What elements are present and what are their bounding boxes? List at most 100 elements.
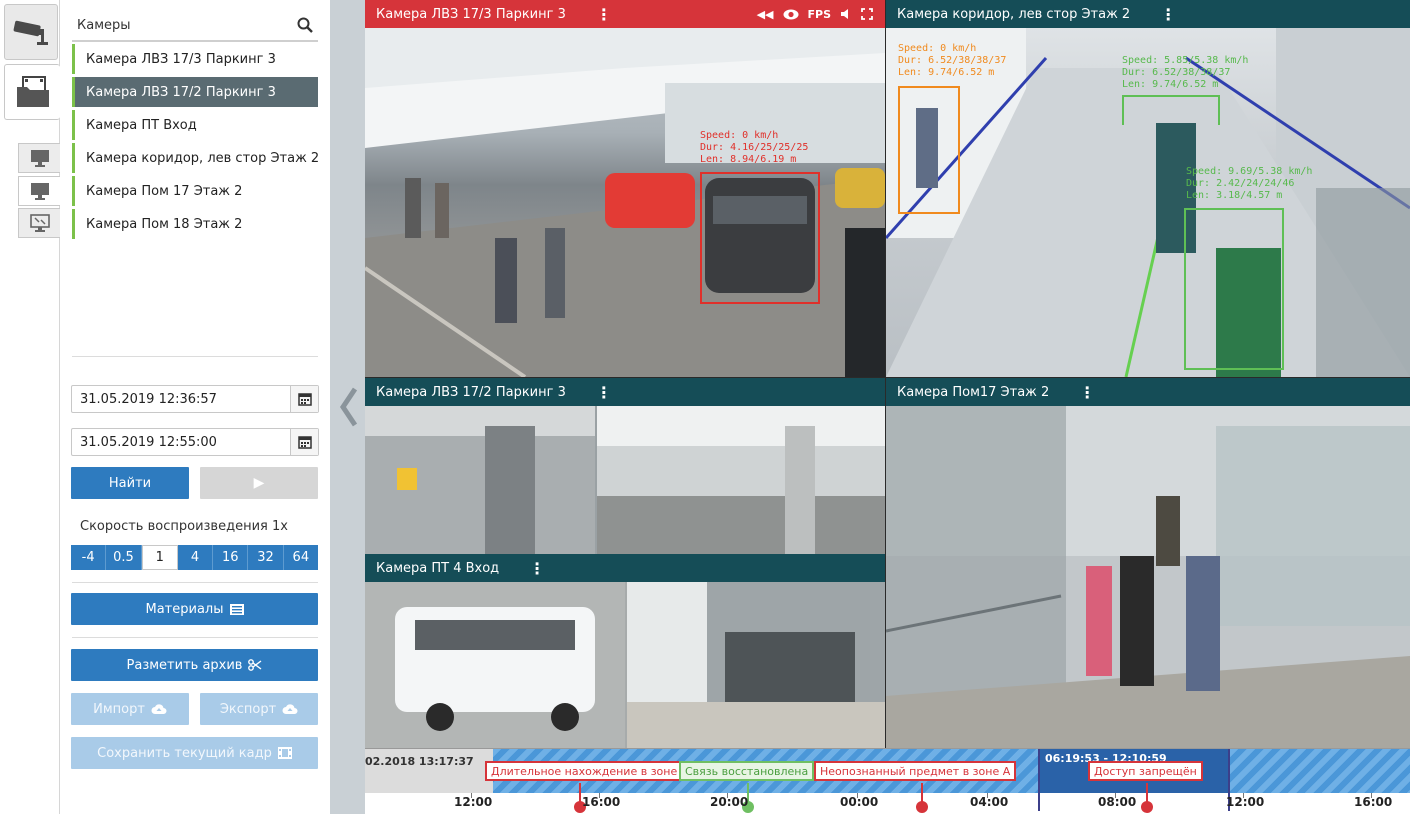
camera-list-item[interactable]: Камера ЛВЗ 17/3 Паркинг 3 bbox=[72, 44, 318, 74]
overlay-speed: Speed: 0 km/h bbox=[700, 130, 779, 141]
save-frame-button[interactable]: Сохранить текущий кадр bbox=[71, 737, 318, 769]
event-unknown-object[interactable]: Неопознанный предмет в зоне А bbox=[814, 761, 1017, 781]
video-frame bbox=[365, 406, 885, 554]
tile-title: Камера коридор, лев стор Этаж 2 bbox=[897, 6, 1131, 22]
cloud-upload-icon bbox=[282, 703, 298, 714]
camera-list-title: Камеры bbox=[77, 17, 131, 33]
camera-list: Камера ЛВЗ 17/3 Паркинг 3 Камера ЛВЗ 17/… bbox=[72, 44, 318, 242]
calendar-icon[interactable] bbox=[290, 386, 318, 412]
speed-option[interactable]: 16 bbox=[213, 545, 249, 570]
more-menu-icon[interactable]: ⋮ bbox=[596, 383, 612, 402]
selection-start-marker[interactable] bbox=[1038, 749, 1040, 811]
cctv-camera-icon bbox=[13, 20, 48, 45]
divider bbox=[72, 356, 318, 357]
layout-fullscreen-button[interactable] bbox=[18, 208, 60, 238]
date-to-field[interactable]: 31.05.2019 12:55:00 bbox=[71, 428, 319, 456]
room-scene bbox=[886, 406, 1410, 748]
more-menu-icon[interactable]: ⋮ bbox=[596, 5, 612, 24]
camera-list-item-selected[interactable]: Камера ЛВЗ 17/2 Паркинг 3 bbox=[72, 77, 318, 107]
materials-button[interactable]: Материалы bbox=[71, 593, 318, 625]
video-tile-parking-17-3[interactable]: Камера ЛВЗ 17/3 Паркинг 3 ⋮ ◀◀ FPS Speed… bbox=[365, 0, 885, 377]
camera-list-item[interactable]: Камера Пом 18 Этаж 2 bbox=[72, 209, 318, 239]
play-icon: ▶ bbox=[253, 475, 265, 491]
event-long-stay[interactable]: Длительное нахождение в зоне bbox=[485, 761, 684, 781]
video-tile-pt4-entrance[interactable]: Камера ПТ 4 Вход ⋮ bbox=[365, 554, 885, 748]
tick-label: 04:00 bbox=[970, 795, 1009, 809]
tick-label: 00:00 bbox=[840, 795, 879, 809]
calendar-icon[interactable] bbox=[290, 429, 318, 455]
speed-option[interactable]: 64 bbox=[283, 545, 318, 570]
layout-grid-button[interactable] bbox=[18, 176, 60, 206]
fps-toggle[interactable]: FPS bbox=[808, 8, 832, 21]
event-marker[interactable] bbox=[1141, 783, 1153, 813]
video-grid: Камера ЛВЗ 17/3 Паркинг 3 ⋮ ◀◀ FPS Speed… bbox=[365, 0, 1410, 748]
tile-header: Камера ПТ 4 Вход ⋮ bbox=[365, 554, 885, 582]
tab-cameras[interactable] bbox=[4, 4, 58, 60]
import-button[interactable]: Импорт bbox=[71, 693, 189, 725]
speed-option[interactable]: -4 bbox=[71, 545, 107, 570]
play-button[interactable]: ▶ bbox=[200, 467, 318, 499]
more-menu-icon[interactable]: ⋮ bbox=[1160, 5, 1176, 24]
more-menu-icon[interactable]: ⋮ bbox=[1079, 383, 1095, 402]
overlay-length: Len: 3.18/4.57 m bbox=[1186, 190, 1283, 201]
overlay-length: Len: 9.74/6.52 m bbox=[1122, 79, 1219, 90]
film-folder-icon bbox=[16, 76, 49, 107]
more-menu-icon[interactable]: ⋮ bbox=[529, 559, 545, 578]
mark-archive-button[interactable]: Разметить архив bbox=[71, 649, 318, 681]
speaker-icon[interactable] bbox=[840, 8, 852, 20]
mark-archive-button-label: Разметить архив bbox=[126, 657, 243, 673]
timeline-start-date: 02.2018 13:17:37 bbox=[365, 755, 474, 768]
tick-label: 16:00 bbox=[1354, 795, 1393, 809]
tile-header: Камера ЛВЗ 17/3 Паркинг 3 ⋮ ◀◀ FPS bbox=[365, 0, 885, 28]
speed-option[interactable]: 4 bbox=[177, 545, 214, 570]
date-from-field[interactable]: 31.05.2019 12:36:57 bbox=[71, 385, 319, 413]
event-access-denied[interactable]: Доступ запрещён bbox=[1088, 761, 1203, 781]
rewind-icon[interactable]: ◀◀ bbox=[757, 8, 774, 21]
chevron-left-icon[interactable] bbox=[337, 387, 359, 427]
camera-list-item[interactable]: Камера коридор, лев стор Этаж 2 bbox=[72, 143, 318, 173]
video-frame bbox=[365, 582, 885, 748]
save-frame-button-label: Сохранить текущий кадр bbox=[97, 745, 272, 761]
tick-label: 12:00 bbox=[1226, 795, 1265, 809]
event-marker[interactable] bbox=[916, 783, 928, 813]
tile-title: Камера Пом17 Этаж 2 bbox=[897, 384, 1050, 400]
camera-list-item[interactable]: Камера Пом 17 Этаж 2 bbox=[72, 176, 318, 206]
search-icon[interactable] bbox=[297, 17, 313, 33]
tick-label: 08:00 bbox=[1098, 795, 1137, 809]
import-button-label: Импорт bbox=[93, 701, 145, 717]
export-button[interactable]: Экспорт bbox=[200, 693, 318, 725]
video-tile-parking-17-2[interactable]: Камера ЛВЗ 17/2 Паркинг 3 ⋮ bbox=[365, 378, 885, 554]
eye-icon[interactable] bbox=[783, 9, 799, 20]
speed-option[interactable]: 32 bbox=[248, 545, 284, 570]
overlay-length: Len: 8.94/6.19 m bbox=[700, 154, 797, 165]
timeline-recording bbox=[1230, 749, 1410, 793]
overlay-speed: Speed: 9.69/5.38 km/h bbox=[1186, 166, 1313, 177]
tick-label: 16:00 bbox=[582, 795, 621, 809]
event-marker[interactable] bbox=[574, 783, 586, 813]
entrance-scene bbox=[365, 582, 885, 748]
tracking-box-person-1 bbox=[898, 86, 960, 214]
tracking-overlay-person-2: Speed: 5.85/5.38 km/h Dur: 6.52/38/38/37… bbox=[1122, 55, 1248, 91]
archive-timeline[interactable]: 02.2018 13:17:37 06:19:53 - 12:10:59 Дли… bbox=[365, 748, 1410, 814]
fullscreen-icon[interactable] bbox=[861, 8, 873, 20]
date-from-value[interactable]: 31.05.2019 12:36:57 bbox=[72, 392, 290, 407]
date-to-value[interactable]: 31.05.2019 12:55:00 bbox=[72, 435, 290, 450]
playback-speed-label: Скорость воспроизведения 1x bbox=[80, 519, 288, 534]
speed-option[interactable]: 0.5 bbox=[106, 545, 142, 570]
tracking-overlay-car: Speed: 0 km/h Dur: 4.16/25/25/25 Len: 8.… bbox=[700, 130, 808, 166]
tile-title: Камера ЛВЗ 17/3 Паркинг 3 bbox=[376, 6, 566, 22]
collapse-panel-handle[interactable] bbox=[330, 0, 365, 814]
find-button-label: Найти bbox=[108, 475, 152, 491]
speed-option-active[interactable]: 1 bbox=[141, 545, 178, 570]
video-tile-room-17[interactable]: Камера Пом17 Этаж 2 ⋮ bbox=[886, 378, 1410, 748]
tab-archive[interactable] bbox=[4, 64, 60, 120]
tick-label: 12:00 bbox=[454, 795, 493, 809]
tile-header: Камера Пом17 Этаж 2 ⋮ bbox=[886, 378, 1410, 406]
find-button[interactable]: Найти bbox=[71, 467, 189, 499]
event-connection-restored[interactable]: Связь восстановлена bbox=[679, 761, 815, 781]
overlay-speed: Speed: 0 km/h bbox=[898, 43, 977, 54]
layout-single-button[interactable] bbox=[18, 143, 60, 173]
video-tile-corridor[interactable]: Камера коридор, лев стор Этаж 2 ⋮ Speed:… bbox=[886, 0, 1410, 377]
camera-search[interactable]: Камеры bbox=[72, 10, 318, 42]
camera-list-item[interactable]: Камера ПТ Вход bbox=[72, 110, 318, 140]
